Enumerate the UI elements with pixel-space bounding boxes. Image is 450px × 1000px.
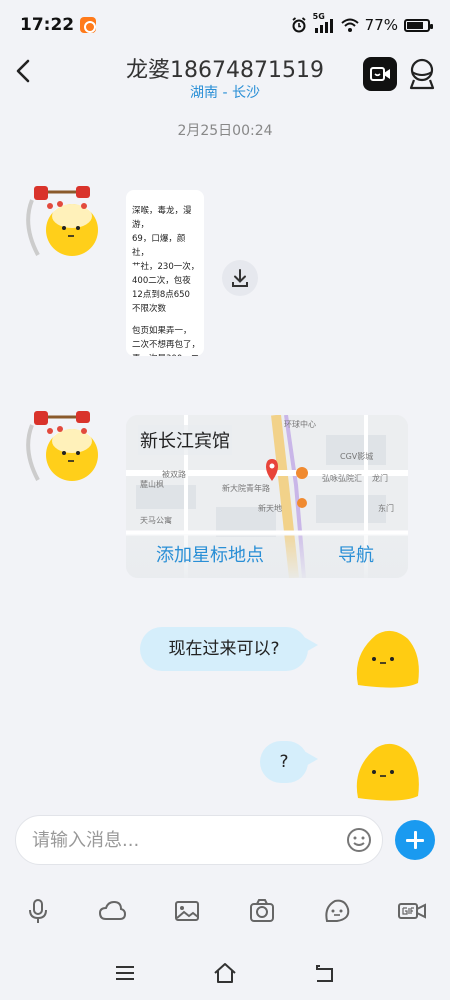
video-call-button[interactable] bbox=[363, 57, 397, 91]
emoji-sticker-icon[interactable] bbox=[323, 897, 351, 925]
signal-icon: 5G bbox=[313, 12, 335, 33]
map-label: 环球中心 bbox=[284, 420, 316, 429]
my-avatar[interactable] bbox=[352, 625, 422, 691]
message-input-box[interactable] bbox=[15, 815, 383, 865]
status-icons: 5G 77% bbox=[291, 12, 433, 34]
profile-icon bbox=[409, 58, 435, 90]
profile-button[interactable] bbox=[408, 58, 436, 90]
contact-avatar[interactable] bbox=[20, 180, 102, 260]
home-icon[interactable] bbox=[213, 961, 237, 985]
outgoing-message[interactable]: ? bbox=[260, 741, 318, 783]
emoji-icon[interactable] bbox=[346, 827, 372, 853]
contact-avatar[interactable] bbox=[20, 405, 102, 485]
map-label: 天马公寓 bbox=[140, 516, 172, 525]
my-avatar[interactable] bbox=[352, 738, 422, 804]
image-text-block: 深喉，毒龙，漫游， 69，口爆，颜社， 艹社，230一次， 400二次，包夜 1… bbox=[132, 206, 200, 314]
location-name: 新长江宾馆 bbox=[138, 425, 232, 455]
map-label: 龙门 bbox=[372, 474, 388, 483]
battery-percent: 77% bbox=[364, 16, 398, 34]
message-timestamp: 2月25日00:24 bbox=[177, 123, 273, 139]
status-bar: 17:22 5G 77% bbox=[0, 0, 450, 50]
location-actions: 添加星标地点 导航 bbox=[126, 534, 408, 578]
input-toolbar bbox=[0, 893, 450, 929]
map-label: 被双路 bbox=[162, 470, 186, 479]
map-label: CGV影城 bbox=[340, 452, 374, 461]
alarm-icon bbox=[292, 17, 306, 33]
map-label: 弘咏弘院汇 bbox=[322, 474, 362, 483]
avatar-image bbox=[356, 743, 419, 801]
avatar-image bbox=[26, 411, 98, 481]
gif-icon[interactable] bbox=[398, 897, 426, 925]
cloud-icon[interactable] bbox=[98, 897, 126, 925]
map-label: 新大院青年路 bbox=[222, 484, 270, 493]
map-label: 东门 bbox=[378, 504, 394, 513]
microphone-icon[interactable] bbox=[24, 897, 52, 925]
outgoing-message[interactable]: 现在过来可以? bbox=[140, 627, 318, 671]
back-nav-icon[interactable] bbox=[313, 961, 337, 985]
map-label: 麓山枫 bbox=[140, 480, 164, 489]
more-options-button[interactable] bbox=[395, 820, 435, 860]
add-star-location-button[interactable]: 添加星标地点 bbox=[156, 534, 264, 578]
avatar-image bbox=[356, 630, 419, 688]
navigate-button[interactable]: 导航 bbox=[338, 534, 374, 578]
image-text-block: 包页如果弄一， 二次不想再包了， 弄一次是300，二 次是500 bbox=[132, 326, 201, 356]
wifi-icon bbox=[340, 18, 359, 32]
download-icon bbox=[232, 269, 248, 287]
camera-icon[interactable] bbox=[248, 897, 276, 925]
avatar-image bbox=[26, 186, 98, 256]
app-notification-icon bbox=[80, 17, 97, 33]
message-input[interactable] bbox=[32, 826, 332, 854]
status-time: 17:22 bbox=[20, 15, 75, 35]
map-label: 新天地 bbox=[258, 504, 282, 513]
image-icon[interactable] bbox=[173, 897, 201, 925]
chat-header: 龙婆18674871519 湖南 - 长沙 bbox=[0, 50, 450, 102]
battery-icon bbox=[404, 18, 433, 32]
menu-icon[interactable] bbox=[113, 961, 137, 985]
image-message[interactable]: 深喉，毒龙，漫游， 69，口爆，颜社， 艹社，230一次， 400二次，包夜 1… bbox=[126, 190, 204, 356]
system-navigation-bar bbox=[0, 955, 450, 991]
video-call-icon bbox=[370, 67, 390, 81]
location-card[interactable]: 新大院青年路 新天地 天马公寓 CGV影城 环球中心 弘咏弘院汇 龙门 被双路 … bbox=[126, 415, 408, 578]
download-button[interactable] bbox=[222, 260, 258, 296]
